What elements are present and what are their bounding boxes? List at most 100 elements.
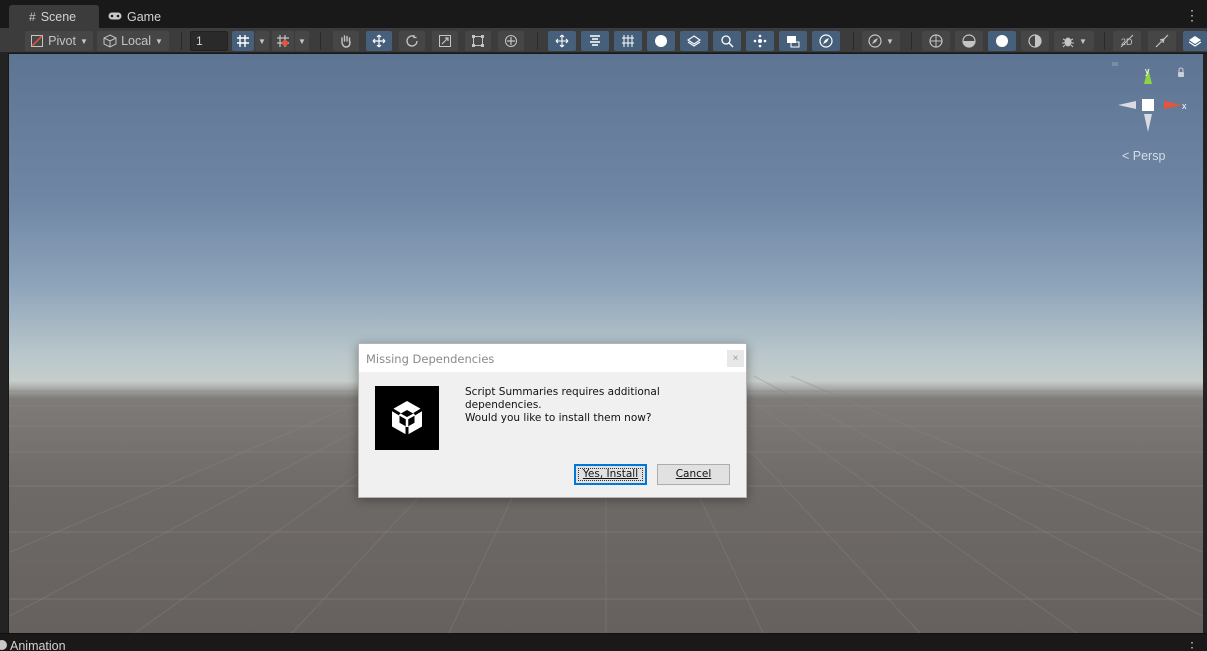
2d-toggle-button[interactable]: 2D (1113, 31, 1141, 51)
overlay-tool-2[interactable] (581, 31, 609, 51)
tab-bar: # Scene Game ⋮ (0, 0, 1207, 28)
local-dropdown[interactable]: Local ▼ (97, 31, 169, 51)
half-sphere-icon (1028, 34, 1042, 48)
scale-tool-button[interactable] (432, 31, 458, 51)
toolbar-divider (911, 32, 912, 50)
pivot-dropdown[interactable]: Pivot ▼ (25, 31, 93, 51)
scale-icon (439, 35, 451, 47)
chevron-down-icon: ▼ (154, 36, 163, 46)
scene-toolbar: Pivot ▼ Local ▼ 1 ▼ ▼ ▼ ▼ 2D (0, 28, 1207, 53)
camera-icon (787, 36, 800, 48)
animation-panel-header (0, 633, 1207, 651)
toolbar-divider (1104, 32, 1105, 50)
local-label: Local (121, 34, 151, 48)
search-icon (721, 35, 734, 48)
move-arrows-icon (372, 34, 386, 48)
hand-tool-button[interactable] (333, 31, 359, 51)
overlay-tool-4[interactable] (647, 31, 675, 51)
right-panel-edge (1203, 54, 1207, 633)
chevron-down-icon: ▼ (886, 36, 894, 46)
dialog-title: Missing Dependencies (366, 352, 495, 366)
dialog-message-line-1: Script Summaries requires additional dep… (465, 386, 660, 411)
lighting-toggle-button[interactable] (1148, 31, 1176, 51)
dialog-title-bar: Missing Dependencies × (359, 344, 746, 372)
grid-size-field[interactable]: 1 (190, 31, 228, 51)
rotate-tool-button[interactable] (399, 31, 425, 51)
increment-snap-button[interactable] (272, 31, 294, 51)
more-options-icon[interactable]: ⋮ (1185, 640, 1199, 651)
overlay-tool-5[interactable] (680, 31, 708, 51)
rect-transform-icon (472, 35, 484, 47)
grid-snap-button[interactable] (232, 31, 254, 51)
unlit-button[interactable] (1021, 31, 1049, 51)
overlay-tool-7[interactable] (746, 31, 774, 51)
unity-editor-window: # Scene Game ⋮ Pivot ▼ Local ▼ 1 ▼ ▼ ▼ ▼… (0, 0, 1207, 651)
cube-icon (103, 34, 117, 48)
toolbar-divider (537, 32, 538, 50)
overlay-tool-9[interactable] (812, 31, 840, 51)
increment-snap-dropdown[interactable]: ▼ (295, 31, 309, 51)
nodes-icon (753, 34, 767, 48)
shaded-wireframe-button[interactable] (955, 31, 983, 51)
grid-icon: # (29, 9, 36, 24)
layers-icon (1188, 36, 1202, 47)
unity-logo (375, 386, 439, 450)
bug-icon (1062, 37, 1075, 48)
chevron-down-icon: ▼ (79, 36, 88, 46)
missing-dependencies-dialog: Missing Dependencies × Script Summaries … (358, 343, 747, 498)
dialog-message-line-2: Would you like to install them now? (465, 412, 652, 424)
grid-snap-dropdown[interactable]: ▼ (255, 31, 269, 51)
2d-slash-icon: 2D (1120, 34, 1134, 48)
align-icon (590, 35, 600, 46)
compass-icon (868, 34, 882, 48)
move-arrows-icon (555, 34, 569, 48)
wireframe-sphere-icon (929, 34, 943, 48)
shaded-wire-sphere-icon (962, 34, 976, 48)
tab-scene-label: Scene (40, 9, 77, 24)
tab-game-label: Game (127, 9, 162, 24)
lock-icon[interactable] (1178, 72, 1184, 77)
overlay-tool-1[interactable] (548, 31, 576, 51)
transform-icon (505, 35, 517, 47)
dialog-message: Script Summaries requires additional dep… (465, 386, 735, 425)
overlay-tool-6[interactable] (713, 31, 741, 51)
left-panel-edge (0, 28, 8, 633)
gamepad-icon (108, 10, 122, 24)
increment-snap-icon (277, 35, 289, 47)
tab-scene[interactable]: # Scene (9, 5, 99, 28)
wireframe-shading-button[interactable] (922, 31, 950, 51)
svg-text:y: y (1145, 66, 1150, 76)
animation-tab[interactable]: Animation (10, 639, 66, 651)
debug-draw-dropdown[interactable]: ▼ (1054, 31, 1094, 51)
move-tool-button[interactable] (366, 31, 392, 51)
sphere-icon (996, 35, 1008, 47)
pivot-label: Pivot (48, 34, 76, 48)
tab-game[interactable]: Game (108, 5, 188, 28)
transform-tool-button[interactable] (498, 31, 524, 51)
scene-fx-button[interactable] (1183, 31, 1207, 51)
rotate-icon (406, 35, 418, 47)
overlay-tool-8[interactable] (779, 31, 807, 51)
projection-toggle[interactable]: < Persp (1122, 149, 1165, 163)
toolbar-divider (181, 32, 182, 50)
toolbar-divider (320, 32, 321, 50)
overlay-tool-3[interactable] (614, 31, 642, 51)
pivot-icon (31, 35, 44, 47)
visibility-dropdown[interactable]: ▼ (862, 31, 900, 51)
chevron-down-icon: ▼ (298, 36, 306, 46)
compass-icon (819, 34, 833, 48)
chevron-down-icon: ▼ (258, 36, 266, 46)
close-icon[interactable]: × (727, 350, 744, 367)
light-off-icon (1155, 34, 1169, 48)
sphere-icon (655, 35, 667, 47)
cancel-button[interactable]: Cancel (657, 464, 730, 485)
hand-icon (341, 35, 351, 48)
more-options-icon[interactable]: ⋮ (1185, 8, 1199, 22)
rect-tool-button[interactable] (465, 31, 491, 51)
layers-icon (687, 35, 701, 47)
chevron-down-icon: ▼ (1079, 36, 1087, 46)
grid-icon (622, 35, 634, 47)
shaded-button[interactable] (988, 31, 1016, 51)
axis-x-label: x (1182, 101, 1187, 111)
yes-install-button[interactable]: Yes, Install (574, 464, 647, 485)
